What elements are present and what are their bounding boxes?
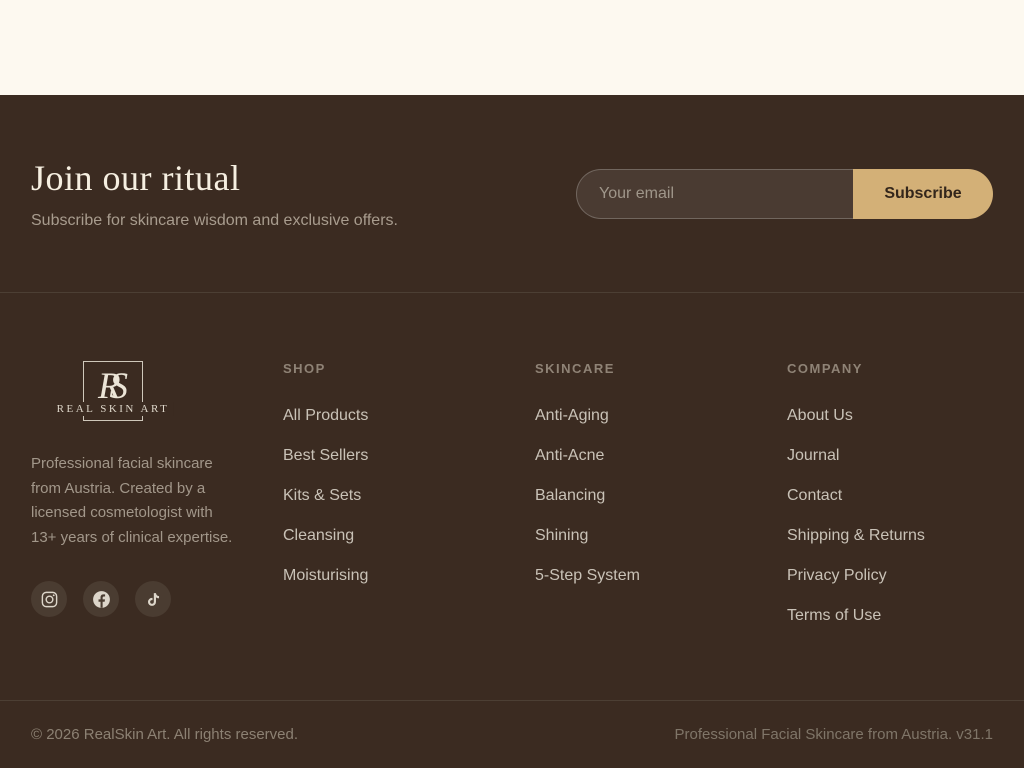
footer-column-company: COMPANY About Us Journal Contact Shippin… xyxy=(787,361,925,700)
logo-frame: RS REAL SKIN ART xyxy=(83,361,143,421)
email-input[interactable] xyxy=(576,169,853,219)
tiktok-button[interactable] xyxy=(135,581,171,617)
footer-bottom-bar: © 2026 RealSkin Art. All rights reserved… xyxy=(0,700,1024,768)
column-heading-company: COMPANY xyxy=(787,361,925,376)
column-heading-shop: SHOP xyxy=(283,361,535,376)
footer-link-moisturising[interactable]: Moisturising xyxy=(283,567,368,584)
footer-link-privacy-policy[interactable]: Privacy Policy xyxy=(787,567,887,584)
facebook-button[interactable] xyxy=(83,581,119,617)
instagram-button[interactable] xyxy=(31,581,67,617)
footer-link-best-sellers[interactable]: Best Sellers xyxy=(283,447,368,464)
site-footer: Join our ritual Subscribe for skincare w… xyxy=(0,95,1024,768)
footer-link-shipping-returns[interactable]: Shipping & Returns xyxy=(787,527,925,544)
footer-link-balancing[interactable]: Balancing xyxy=(535,487,605,504)
newsletter-text: Join our ritual Subscribe for skincare w… xyxy=(31,157,398,230)
footer-link-journal[interactable]: Journal xyxy=(787,447,839,464)
footer-link-anti-aging[interactable]: Anti-Aging xyxy=(535,407,609,424)
footer-link-shining[interactable]: Shining xyxy=(535,527,588,544)
footer-link-terms-of-use[interactable]: Terms of Use xyxy=(787,607,881,624)
copyright-text: © 2026 RealSkin Art. All rights reserved… xyxy=(31,726,298,743)
social-links xyxy=(31,581,283,617)
footer-link-anti-acne[interactable]: Anti-Acne xyxy=(535,447,604,464)
page-content-above-footer xyxy=(0,0,1024,95)
brand-logo: RS REAL SKIN ART xyxy=(68,361,158,421)
footer-links-section: RS REAL SKIN ART Professional facial ski… xyxy=(0,293,1024,700)
subscribe-button[interactable]: Subscribe xyxy=(853,169,993,219)
newsletter-title: Join our ritual xyxy=(31,157,398,199)
footer-link-about-us[interactable]: About Us xyxy=(787,407,853,424)
footer-link-cleansing[interactable]: Cleansing xyxy=(283,527,354,544)
newsletter-section: Join our ritual Subscribe for skincare w… xyxy=(0,95,1024,293)
footer-tagline: Professional Facial Skincare from Austri… xyxy=(675,726,993,743)
newsletter-subtitle: Subscribe for skincare wisdom and exclus… xyxy=(31,212,398,230)
footer-link-kits-sets[interactable]: Kits & Sets xyxy=(283,487,361,504)
brand-column: RS REAL SKIN ART Professional facial ski… xyxy=(31,361,283,700)
footer-column-skincare: SKINCARE Anti-Aging Anti-Acne Balancing … xyxy=(535,361,787,700)
footer-column-shop: SHOP All Products Best Sellers Kits & Se… xyxy=(283,361,535,700)
footer-link-all-products[interactable]: All Products xyxy=(283,407,368,424)
brand-description: Professional facial skincare from Austri… xyxy=(31,452,237,550)
footer-link-5-step-system[interactable]: 5-Step System xyxy=(535,567,640,584)
tiktok-icon xyxy=(145,591,162,608)
footer-link-contact[interactable]: Contact xyxy=(787,487,842,504)
newsletter-form: Subscribe xyxy=(576,169,993,219)
instagram-icon xyxy=(40,590,59,609)
logo-wordmark: REAL SKIN ART xyxy=(53,402,174,416)
facebook-icon xyxy=(91,589,112,610)
column-heading-skincare: SKINCARE xyxy=(535,361,787,376)
